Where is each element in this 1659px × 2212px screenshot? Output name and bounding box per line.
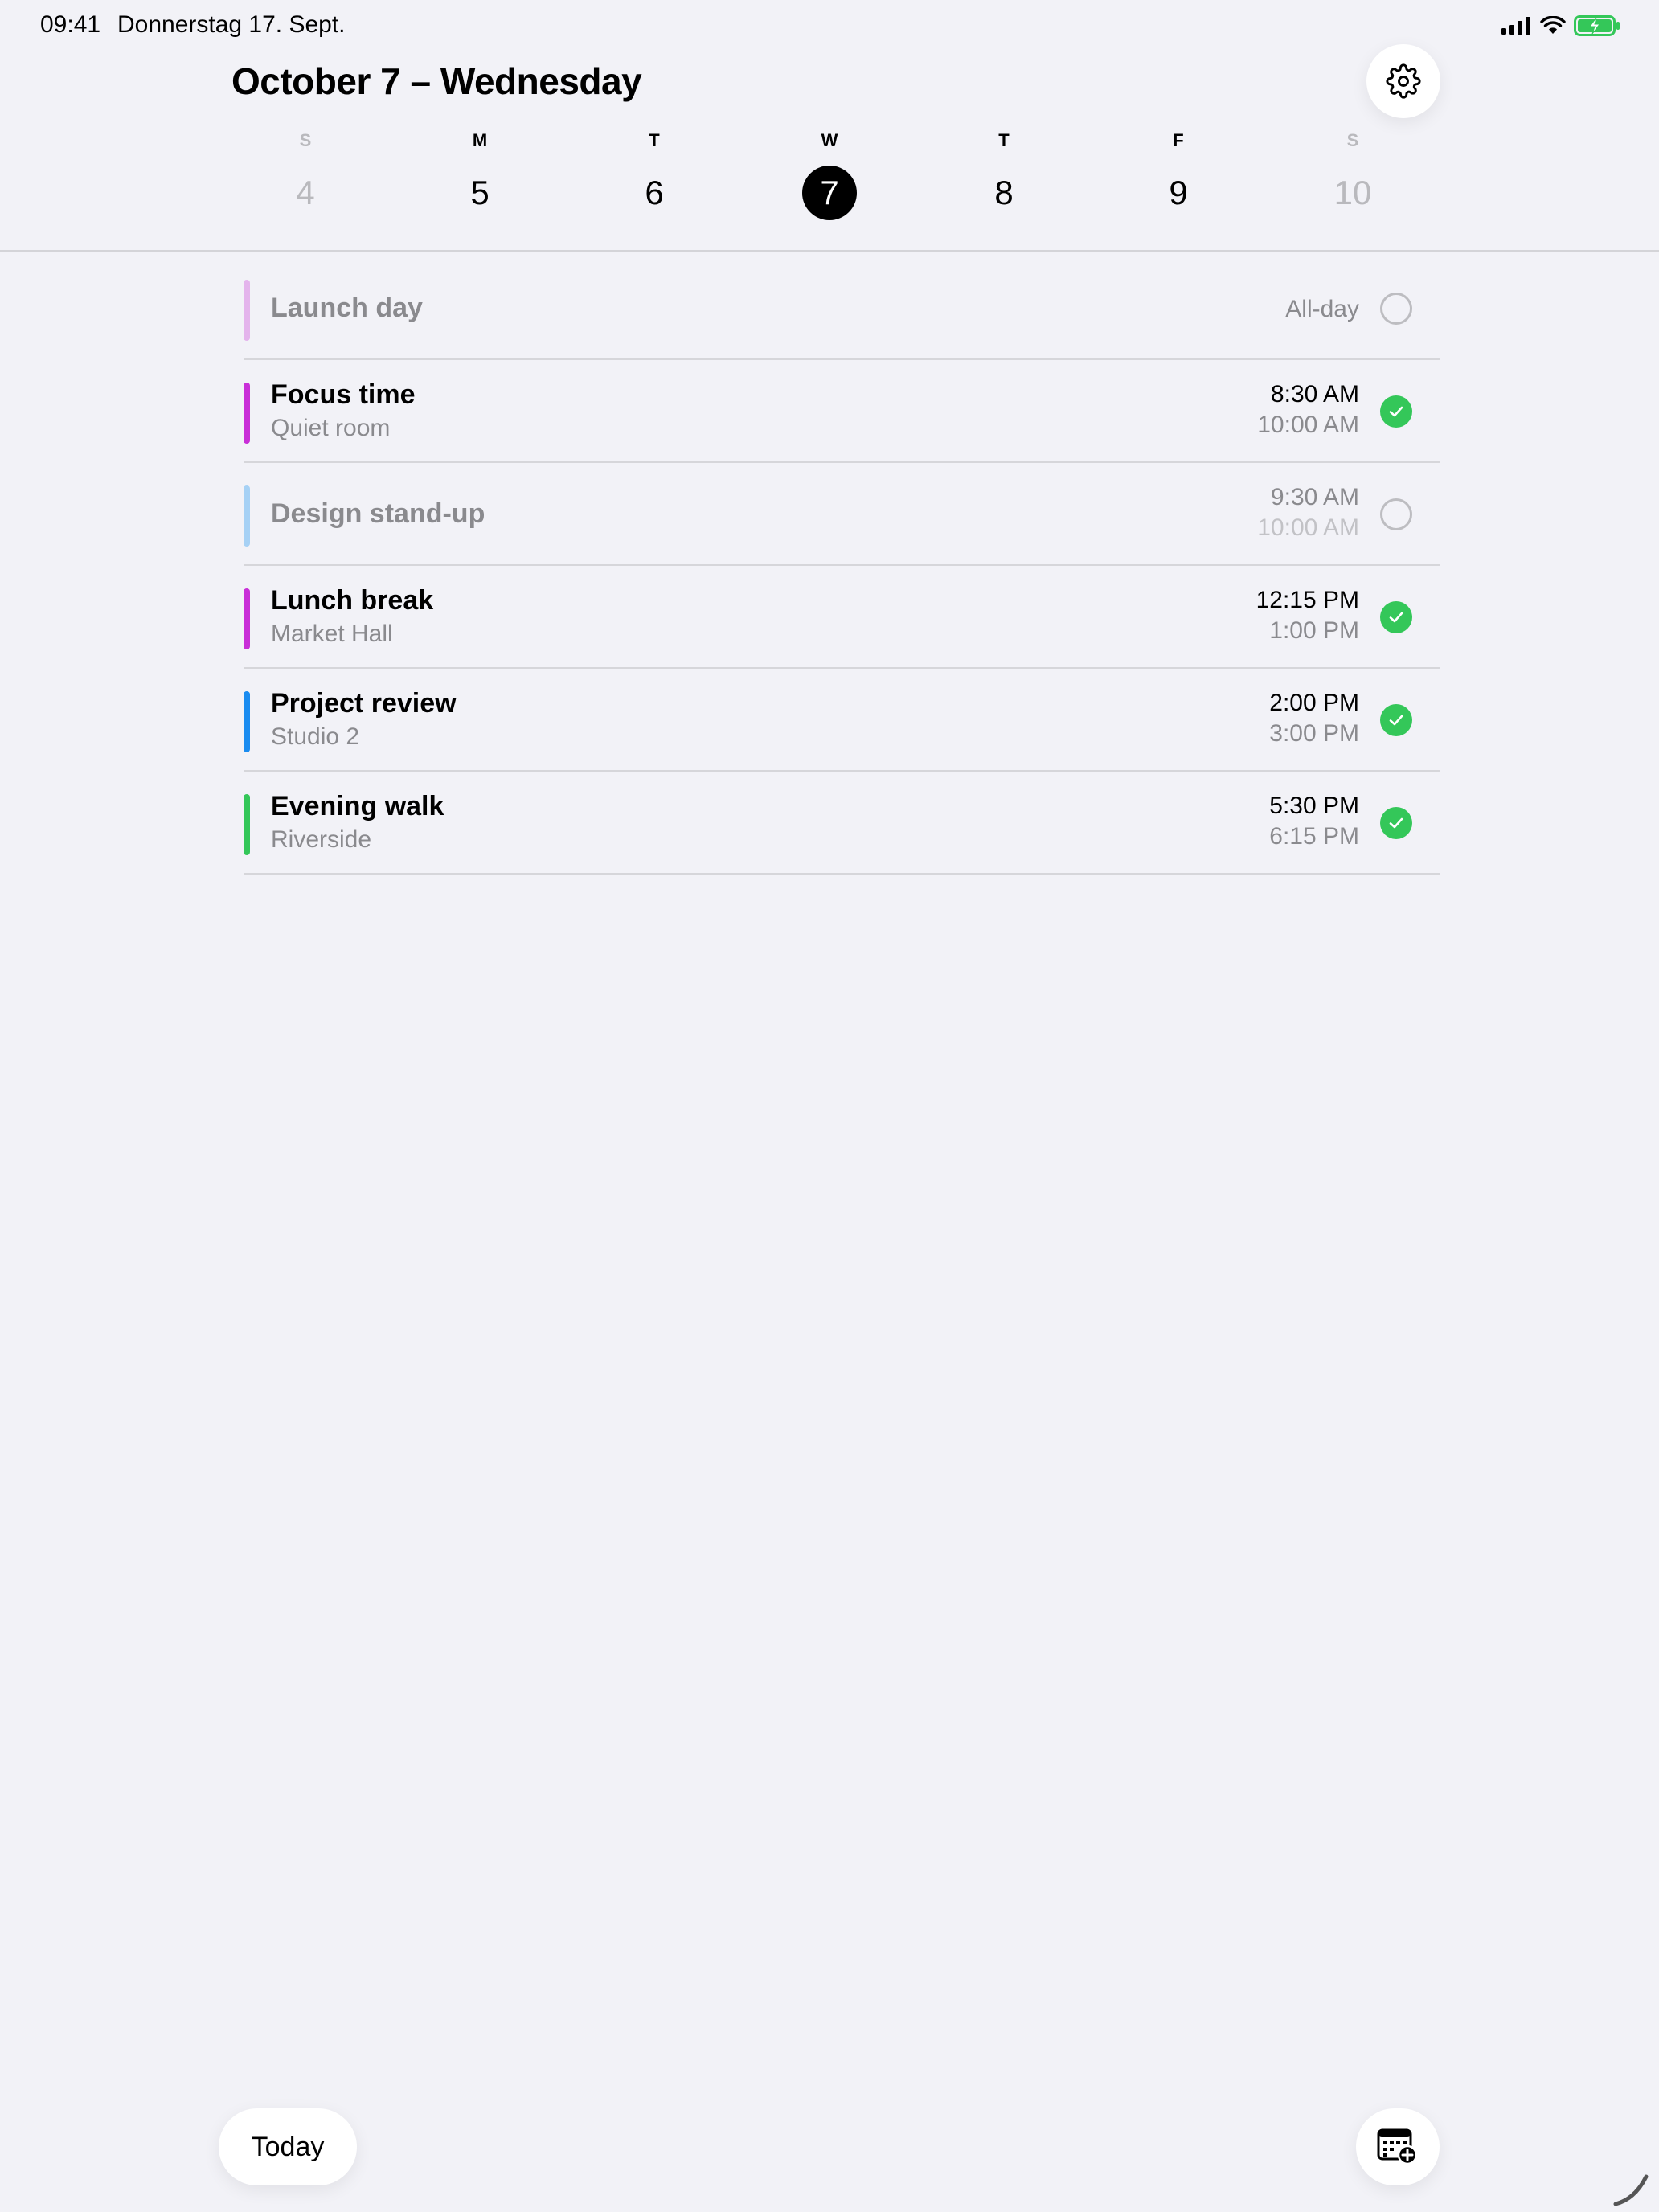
week-strip: S 4 M 5 T 6 W 7 T 8 F 9 S 10 — [0, 129, 1659, 249]
completion-toggle[interactable] — [1380, 498, 1412, 530]
event-start-time: 8:30 AM — [1270, 381, 1359, 408]
event-times: 9:30 AM 10:00 AM — [1257, 482, 1359, 543]
event-color-bar — [244, 485, 250, 547]
checkmark-icon — [1389, 817, 1403, 829]
day-letter: F — [1173, 130, 1184, 150]
gear-icon — [1386, 63, 1421, 99]
status-bar: 09:41 Donnerstag 17. Sept. — [0, 0, 1659, 51]
completion-toggle[interactable] — [1380, 601, 1412, 633]
header-divider — [0, 250, 1659, 252]
event-times: 12:15 PM 1:00 PM — [1256, 585, 1359, 646]
event-location: Studio 2 — [271, 723, 360, 750]
day-letter: M — [472, 130, 488, 150]
day-tuesday[interactable]: T 6 — [614, 129, 694, 220]
event-title: Evening walk — [271, 791, 444, 821]
all-day-label: All-day — [1285, 296, 1359, 322]
event-row[interactable]: Project review Studio 2 2:00 PM 3:00 PM — [244, 669, 1440, 772]
event-location: Market Hall — [271, 621, 393, 647]
completion-toggle[interactable] — [1380, 807, 1412, 839]
event-end-time: 3:00 PM — [1269, 720, 1359, 747]
event-title: Design stand-up — [271, 498, 485, 529]
day-letter: T — [998, 130, 1010, 150]
event-color-bar — [244, 280, 250, 341]
event-end-time: 1:00 PM — [1269, 617, 1359, 644]
event-times: 8:30 AM 10:00 AM — [1257, 379, 1359, 440]
event-row[interactable]: Focus time Quiet room 8:30 AM 10:00 AM — [244, 360, 1440, 463]
event-end-time: 10:00 AM — [1257, 412, 1359, 438]
day-letter: T — [649, 130, 660, 150]
status-date: Donnerstag 17. Sept. — [117, 11, 346, 38]
cellular-signal-icon — [1501, 17, 1530, 35]
add-event-button[interactable] — [1356, 2108, 1440, 2185]
event-color-bar — [244, 383, 250, 444]
day-number: 9 — [1169, 174, 1188, 211]
checkmark-icon — [1389, 612, 1403, 623]
day-number: 10 — [1333, 174, 1372, 211]
page-title: October 7 – Wednesday — [231, 60, 642, 102]
event-start-time: 5:30 PM — [1269, 793, 1359, 819]
day-number: 8 — [994, 174, 1014, 211]
event-all-day-label: All-day — [1285, 294, 1359, 325]
day-sunday[interactable]: S 4 — [265, 129, 346, 220]
day-saturday[interactable]: S 10 — [1313, 129, 1393, 220]
event-list: Launch day All-day Focus time Quiet room… — [244, 257, 1440, 875]
day-wednesday[interactable]: W 7 — [789, 129, 870, 220]
completion-toggle[interactable] — [1380, 395, 1412, 428]
event-start-time: 12:15 PM — [1256, 587, 1359, 613]
checkmark-icon — [1389, 406, 1403, 417]
scribble-handle-icon — [1613, 2174, 1649, 2206]
event-row[interactable]: Launch day All-day — [244, 257, 1440, 360]
status-icons — [1501, 14, 1620, 37]
event-title: Project review — [271, 688, 457, 719]
battery-charging-icon — [1574, 15, 1620, 36]
event-row[interactable]: Design stand-up 9:30 AM 10:00 AM — [244, 463, 1440, 566]
day-friday[interactable]: F 9 — [1138, 129, 1219, 220]
day-letter: W — [821, 130, 838, 150]
checkmark-icon — [1389, 715, 1403, 726]
day-thursday[interactable]: T 8 — [964, 129, 1044, 220]
day-number: 5 — [470, 174, 490, 211]
event-end-time: 10:00 AM — [1257, 514, 1359, 541]
event-location: Riverside — [271, 826, 372, 853]
event-row[interactable]: Lunch break Market Hall 12:15 PM 1:00 PM — [244, 566, 1440, 669]
event-color-bar — [244, 691, 250, 752]
event-times: 2:00 PM 3:00 PM — [1269, 688, 1359, 749]
day-number-selected: 7 — [802, 166, 857, 220]
event-end-time: 6:15 PM — [1269, 823, 1359, 850]
day-monday[interactable]: M 5 — [440, 129, 520, 220]
settings-button[interactable] — [1366, 44, 1440, 118]
event-row[interactable]: Evening walk Riverside 5:30 PM 6:15 PM — [244, 772, 1440, 875]
event-start-time: 2:00 PM — [1269, 690, 1359, 716]
event-color-bar — [244, 588, 250, 649]
event-color-bar — [244, 794, 250, 855]
day-letter: S — [299, 130, 312, 150]
today-button[interactable]: Today — [219, 2108, 357, 2185]
event-location: Quiet room — [271, 415, 391, 441]
completion-toggle[interactable] — [1380, 293, 1412, 325]
wifi-icon — [1540, 16, 1566, 34]
status-time: 09:41 — [40, 11, 101, 38]
day-number: 4 — [296, 174, 315, 211]
event-times: 5:30 PM 6:15 PM — [1269, 791, 1359, 852]
day-letter: S — [1346, 130, 1359, 150]
event-start-time: 9:30 AM — [1270, 484, 1359, 510]
event-title: Launch day — [271, 293, 423, 323]
calendar-add-icon — [1377, 2128, 1418, 2165]
day-number: 6 — [645, 174, 664, 211]
completion-toggle[interactable] — [1380, 704, 1412, 736]
event-title: Lunch break — [271, 585, 434, 616]
event-title: Focus time — [271, 379, 416, 410]
